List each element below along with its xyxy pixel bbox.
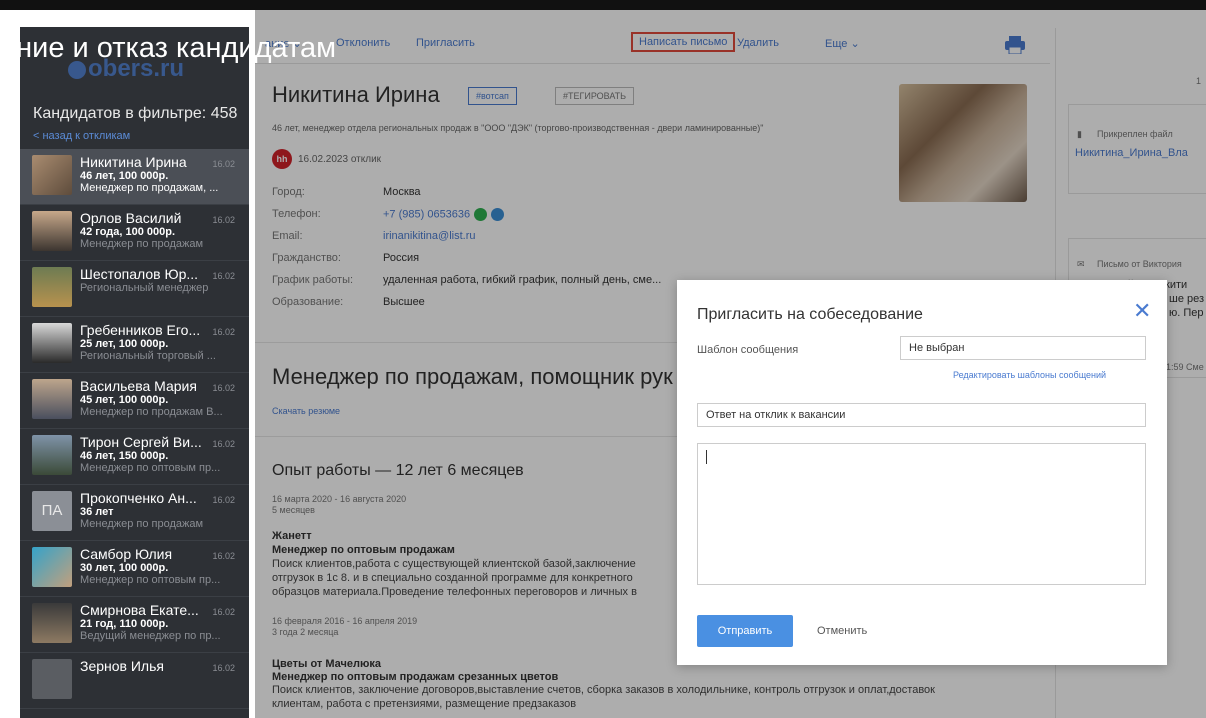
candidate-name: Орлов Василий (80, 210, 182, 226)
template-select[interactable]: Не выбран (900, 336, 1146, 360)
candidate-position: Ведущий менеджер по пр... (80, 630, 221, 642)
candidate-item[interactable]: Васильева Мария 16.02 45 лет, 100 000р. … (20, 373, 249, 429)
cancel-button[interactable]: Отменить (817, 625, 867, 637)
candidate-item[interactable]: Самбор Юлия 16.02 30 лет, 100 000р. Мене… (20, 541, 249, 597)
candidate-date: 16.02 (212, 495, 235, 505)
candidate-item[interactable]: Тирон Сергей Ви... 16.02 46 лет, 150 000… (20, 429, 249, 485)
candidate-age-salary: 25 лет, 100 000р. (80, 338, 169, 350)
candidate-position: Менеджер по оптовым пр... (80, 574, 221, 586)
candidate-date: 16.02 (212, 551, 235, 561)
candidates-sidebar: obers.ru Кандидатов в фильтре: 458 < наз… (20, 27, 249, 718)
candidate-item[interactable]: Никитина Ирина 16.02 46 лет, 100 000р. М… (20, 149, 249, 205)
send-button[interactable]: Отправить (697, 615, 793, 647)
candidate-initials-avatar: ПА (32, 491, 72, 531)
subject-input[interactable]: Ответ на отклик к вакансии (697, 403, 1146, 427)
candidate-item[interactable]: Смирнова Екате... 16.02 21 год, 110 000р… (20, 597, 249, 653)
candidate-photo (32, 603, 72, 643)
edit-templates-link[interactable]: Редактировать шаблоны сообщений (953, 370, 1106, 380)
candidate-item[interactable]: Зернов Илья 16.02 (20, 653, 249, 709)
candidate-age-salary: 21 год, 110 000р. (80, 618, 169, 630)
candidate-date: 16.02 (212, 607, 235, 617)
candidate-date: 16.02 (212, 327, 235, 337)
candidate-photo (32, 323, 72, 363)
candidate-name: Васильева Мария (80, 378, 197, 394)
candidate-date: 16.02 (212, 215, 235, 225)
candidate-age-salary: 36 лет (80, 506, 114, 518)
modal-title: Пригласить на собеседование (697, 306, 923, 323)
candidate-photo (32, 547, 72, 587)
candidate-name: Тирон Сергей Ви... (80, 434, 202, 450)
candidate-position: Менеджер по продажам, ... (80, 182, 219, 194)
candidate-photo (32, 155, 72, 195)
candidate-position: Менеджер по продажам (80, 518, 204, 530)
candidate-name: Прокопченко Ан... (80, 490, 197, 506)
candidate-age-salary: 46 лет, 100 000р. (80, 170, 169, 182)
candidate-age-salary: 45 лет, 100 000р. (80, 394, 169, 406)
candidate-item[interactable]: Шестопалов Юр... 16.02 Региональный мене… (20, 261, 249, 317)
top-dark-bar (0, 0, 1206, 10)
candidate-name: Никитина Ирина (80, 154, 187, 170)
template-label: Шаблон сообщения (697, 344, 799, 356)
candidate-position: Менеджер по продажам В... (80, 406, 223, 418)
invite-modal: Пригласить на собеседование ✕ Шаблон соо… (677, 280, 1167, 665)
candidate-photo (32, 267, 72, 307)
candidate-date: 16.02 (212, 159, 235, 169)
candidate-name: Смирнова Екате... (80, 602, 199, 618)
candidate-item[interactable]: Орлов Василий 16.02 42 года, 100 000р. М… (20, 205, 249, 261)
candidate-age-salary: 42 года, 100 000р. (80, 226, 176, 238)
candidate-date: 16.02 (212, 383, 235, 393)
candidate-position: Менеджер по оптовым пр... (80, 462, 221, 474)
candidate-position: Менеджер по продажам (80, 238, 204, 250)
candidate-name: Шестопалов Юр... (80, 266, 199, 282)
candidate-name: Зернов Илья (80, 658, 164, 674)
candidates-count: Кандидатов в фильтре: 458 (33, 105, 238, 122)
candidate-photo (32, 211, 72, 251)
candidate-age-salary: 46 лет, 150 000р. (80, 450, 169, 462)
candidate-date: 16.02 (212, 271, 235, 281)
candidate-position: Региональный торговый ... (80, 350, 216, 362)
candidate-photo (32, 435, 72, 475)
candidate-date: 16.02 (212, 439, 235, 449)
candidate-item[interactable]: Гребенников Его... 16.02 25 лет, 100 000… (20, 317, 249, 373)
banner-title: ение и отказ кандидатам (0, 32, 337, 64)
message-textarea[interactable] (697, 443, 1146, 585)
candidate-photo (32, 659, 72, 699)
candidate-name: Гребенников Его... (80, 322, 201, 338)
candidate-name: Самбор Юлия (80, 546, 173, 562)
back-to-responses-link[interactable]: < назад к откликам (20, 123, 249, 149)
candidate-age-salary: 30 лет, 100 000р. (80, 562, 169, 574)
text-cursor (706, 450, 707, 464)
candidate-item[interactable]: ПА Прокопченко Ан... 16.02 36 лет Менедж… (20, 485, 249, 541)
candidate-position: Региональный менеджер (80, 282, 209, 294)
close-icon[interactable]: ✕ (1133, 298, 1151, 324)
candidate-date: 16.02 (212, 663, 235, 673)
candidate-photo (32, 379, 72, 419)
